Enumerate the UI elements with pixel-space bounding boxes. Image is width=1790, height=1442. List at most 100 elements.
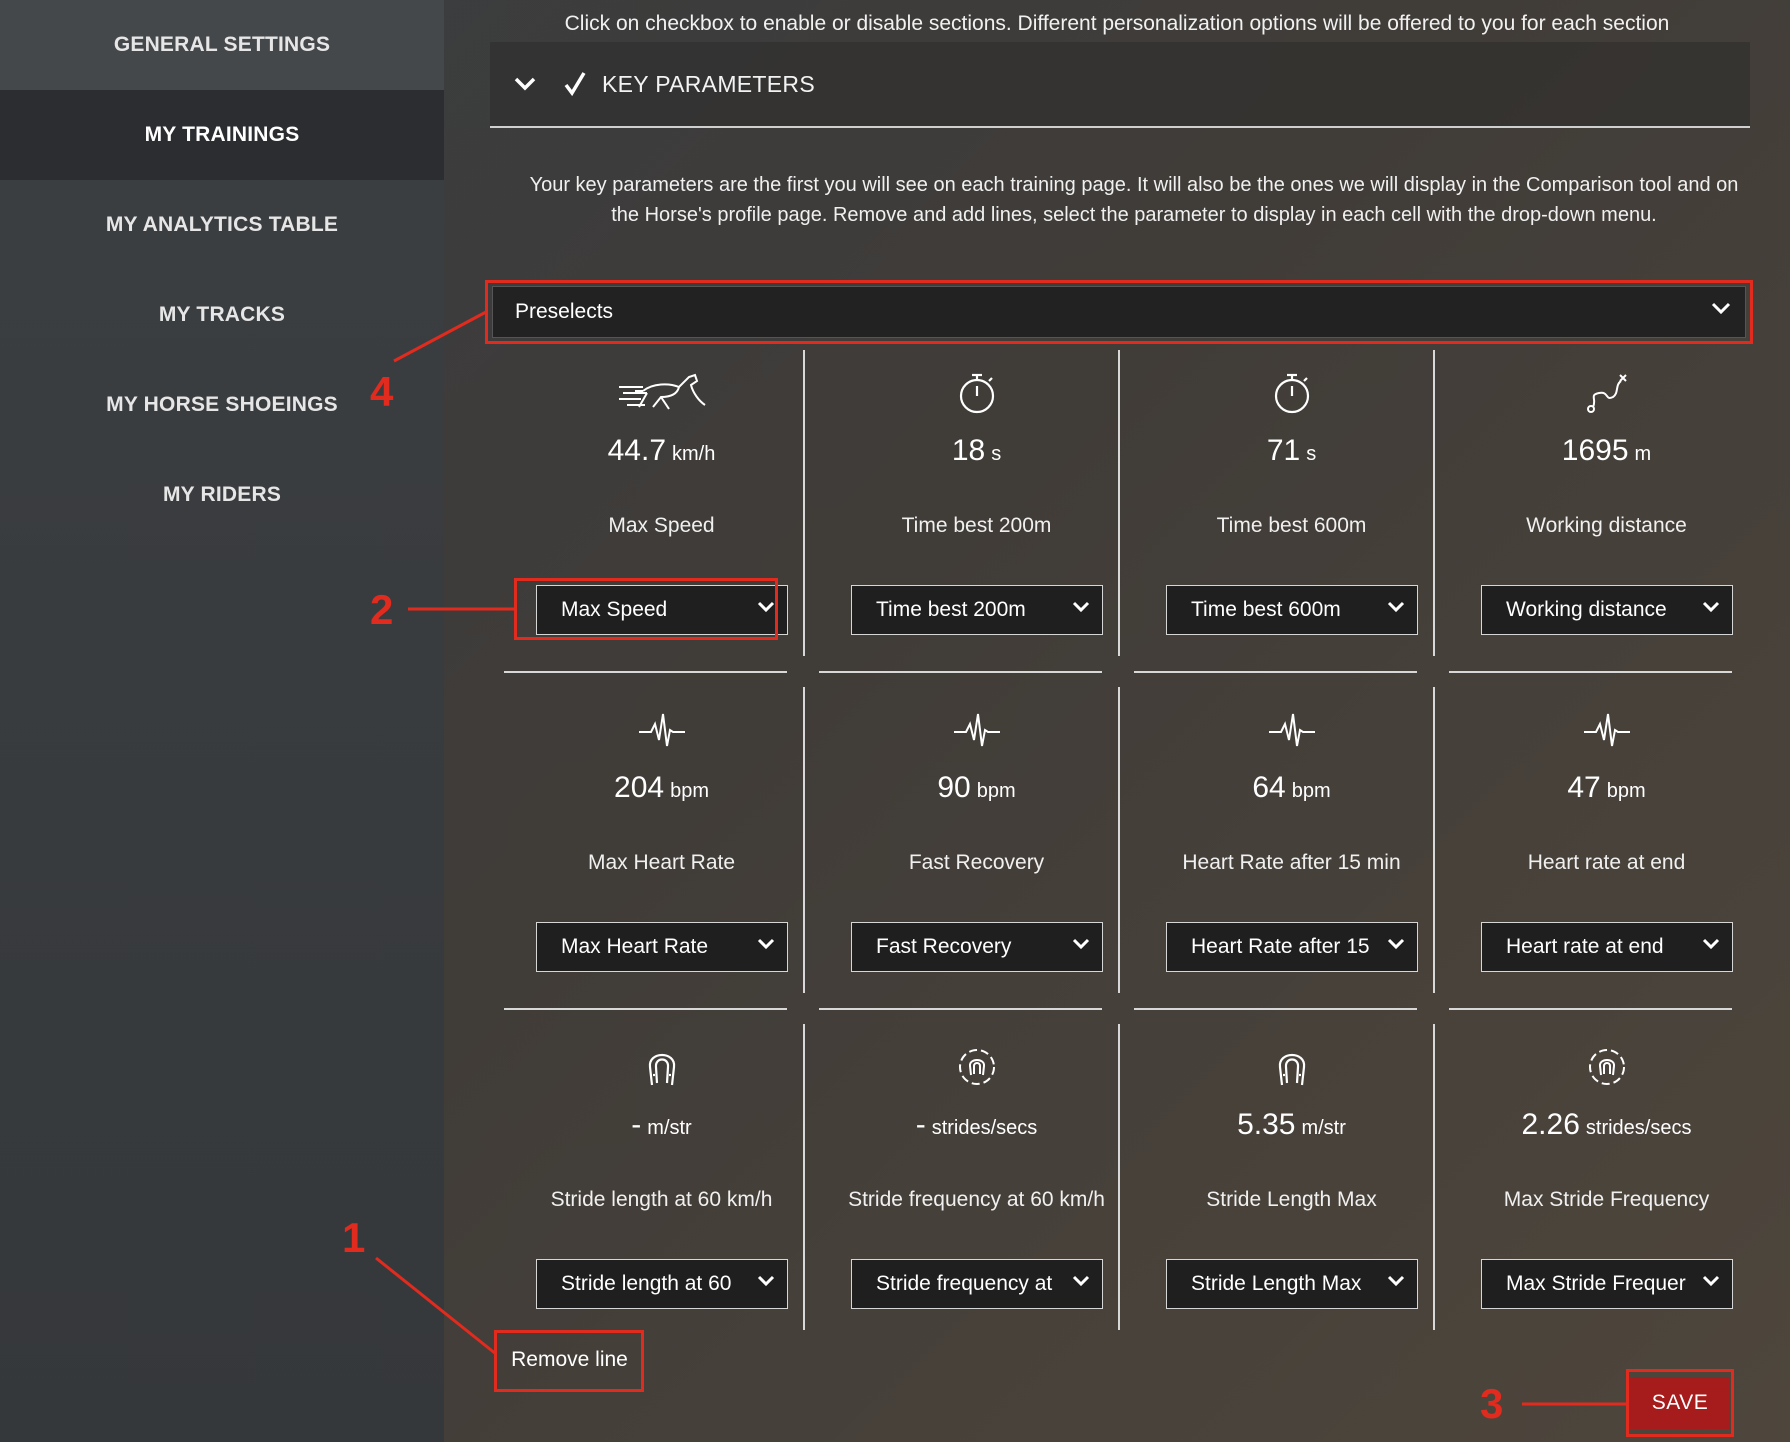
horseshoe-cycle-icon <box>1449 1042 1764 1092</box>
parameter-select-value: Max Heart Rate <box>561 935 709 958</box>
parameter-unit: m/str <box>1301 1117 1346 1139</box>
annotation-number-4: 4 <box>370 368 394 415</box>
parameter-select[interactable]: Stride Length Max <box>1166 1259 1418 1309</box>
parameter-number: 71 <box>1266 434 1301 467</box>
chevron-down-icon[interactable] <box>512 71 538 97</box>
parameter-label: Fast Recovery <box>908 851 1045 874</box>
cell-divider <box>803 1024 805 1330</box>
galloping-horse-icon <box>504 368 819 418</box>
chevron-down-icon <box>1383 937 1405 951</box>
parameter-value: 18 s <box>819 434 1134 468</box>
parameter-select-value: Stride frequency at <box>876 1272 1053 1295</box>
cell-divider <box>803 350 805 656</box>
parameter-number: 204 <box>614 771 665 804</box>
parameter-value: 2.26 strides/secs <box>1449 1108 1764 1142</box>
parameter-cell: 5.35 m/str Stride Length Max Stride Length … <box>1134 1024 1449 1358</box>
chevron-down-icon <box>1068 600 1090 614</box>
stopwatch-icon <box>819 368 1134 418</box>
cell-divider <box>1118 687 1120 993</box>
sidebar-item-my-riders[interactable]: MY RIDERS <box>0 450 444 540</box>
parameter-number: 2.26 <box>1521 1108 1580 1141</box>
intro-text: Your key parameters are the first you wi… <box>529 174 1739 226</box>
parameter-select[interactable]: Fast Recovery <box>851 922 1103 972</box>
sidebar-item-general-settings[interactable]: GENERAL SETTINGS <box>0 0 444 90</box>
section-header: KEY PARAMETERS <box>490 42 1750 128</box>
parameter-value: - strides/secs <box>819 1108 1134 1142</box>
parameter-select[interactable]: Stride length at 60 <box>536 1259 788 1309</box>
parameter-select[interactable]: Time best 600m <box>1166 585 1418 635</box>
parameter-cell: - m/str Stride length at 60 km/h Stride len… <box>504 1024 819 1358</box>
parameter-select[interactable]: Max Stride Frequer <box>1481 1259 1733 1309</box>
parameter-label: Working distance <box>1526 514 1687 537</box>
parameter-select-value: Max Stride Frequer <box>1506 1272 1686 1295</box>
parameter-label: Max Stride Frequency <box>1503 1188 1710 1211</box>
cell-divider <box>1118 350 1120 656</box>
parameter-number: - <box>631 1108 642 1141</box>
parameter-number: 64 <box>1252 771 1286 804</box>
annotation-number-1: 1 <box>342 1214 366 1261</box>
section-title: KEY PARAMETERS <box>602 70 815 97</box>
parameter-unit: m/str <box>647 1117 692 1139</box>
section-checkbox[interactable] <box>562 71 588 97</box>
parameter-label: Stride frequency at 60 km/h <box>848 1188 1105 1211</box>
parameter-cell: 204 bpm Max Heart Rate Max Heart Rate <box>504 687 819 1021</box>
parameter-unit: bpm <box>670 780 709 802</box>
parameter-number: 47 <box>1567 771 1601 804</box>
chevron-down-icon <box>753 1274 775 1288</box>
heartbeat-icon <box>819 705 1134 755</box>
parameter-number: - <box>915 1108 926 1141</box>
parameter-unit: km/h <box>672 443 716 465</box>
parameter-select-value: Time best 600m <box>1191 598 1341 621</box>
parameter-value: - m/str <box>504 1108 819 1142</box>
chevron-down-icon <box>1068 1274 1090 1288</box>
parameter-label: Max Heart Rate <box>587 851 736 874</box>
parameter-label: Max Speed <box>608 514 715 537</box>
parameter-label: Time best 200m <box>901 514 1052 537</box>
cell-divider <box>1433 1024 1435 1330</box>
horseshoe-icon <box>504 1042 819 1092</box>
parameter-unit: strides/secs <box>1585 1117 1692 1139</box>
parameter-select[interactable]: Heart Rate after 15 <box>1166 922 1418 972</box>
parameter-unit: strides/secs <box>931 1117 1038 1139</box>
parameter-select[interactable]: Stride frequency at <box>851 1259 1103 1309</box>
stopwatch-icon <box>1134 368 1449 418</box>
top-hint: Click on checkbox to enable or disable s… <box>564 12 1670 35</box>
parameter-label: Stride length at 60 km/h <box>550 1188 773 1211</box>
parameter-select[interactable]: Heart rate at end <box>1481 922 1733 972</box>
parameter-value: 64 bpm <box>1134 771 1449 805</box>
chevron-down-icon <box>1698 600 1720 614</box>
parameter-unit: bpm <box>976 780 1016 802</box>
parameter-number: 90 <box>937 771 971 804</box>
sidebar-item-my-tracks[interactable]: MY TRACKS <box>0 270 444 360</box>
parameter-select-value: Fast Recovery <box>876 935 1012 958</box>
chevron-down-icon <box>1698 937 1720 951</box>
parameter-label: Stride Length Max <box>1206 1188 1377 1211</box>
row-divider <box>819 1008 1102 1010</box>
parameter-select[interactable]: Max Heart Rate <box>536 922 788 972</box>
parameter-select-value: Working distance <box>1506 598 1667 621</box>
parameter-select-value: Time best 200m <box>876 598 1026 621</box>
row-divider <box>1449 1008 1732 1010</box>
annotation-number-3: 3 <box>1480 1380 1504 1427</box>
sidebar-item-my-analytics-table[interactable]: MY ANALYTICS TABLE <box>0 180 444 270</box>
sidebar-item-my-trainings[interactable]: MY TRAININGS <box>0 90 444 180</box>
parameter-select-value: Heart rate at end <box>1506 935 1664 958</box>
row-divider <box>819 671 1102 673</box>
chevron-down-icon <box>1068 937 1090 951</box>
row-divider <box>1449 671 1732 673</box>
heartbeat-icon <box>1449 705 1764 755</box>
parameter-cell: - strides/secs Stride frequency at 60 km/h… <box>819 1024 1134 1358</box>
parameter-label: Time best 600m <box>1216 514 1367 537</box>
annotation-box-remove <box>494 1330 644 1392</box>
parameter-select[interactable]: Time best 200m <box>851 585 1103 635</box>
parameter-unit: bpm <box>1606 780 1646 802</box>
cell-divider <box>1118 1024 1120 1330</box>
sidebar: GENERAL SETTINGS MY TRAININGS MY ANALYTI… <box>0 0 444 1442</box>
parameter-cell: 1695 m Working distance Working distance <box>1449 350 1764 684</box>
parameter-value: 1695 m <box>1449 434 1764 468</box>
parameter-value: 44.7 km/h <box>504 434 819 468</box>
parameter-cell: 90 bpm Fast Recovery Fast Recovery <box>819 687 1134 1021</box>
parameter-cell: 64 bpm Heart Rate after 15 min Heart Rate a… <box>1134 687 1449 1021</box>
horseshoe-cycle-icon <box>819 1042 1134 1092</box>
parameter-select[interactable]: Working distance <box>1481 585 1733 635</box>
